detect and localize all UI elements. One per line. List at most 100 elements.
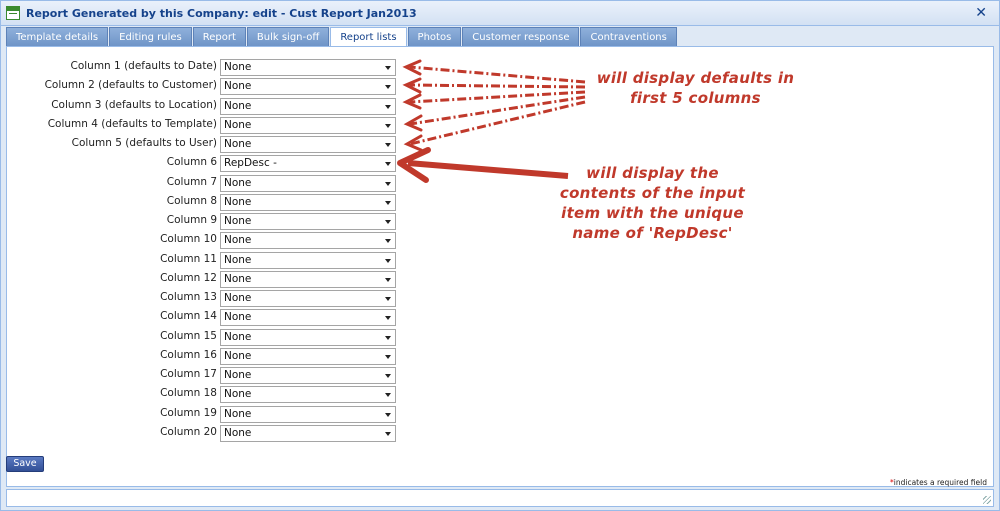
select-value: None <box>224 253 252 266</box>
column-row: Column 4 (defaults to Template) None <box>7 116 407 134</box>
column-label: Column 8 <box>166 194 217 207</box>
select-value: None <box>224 272 252 285</box>
tab-template-details[interactable]: Template details <box>6 27 109 47</box>
column-4-select[interactable]: None <box>220 116 396 134</box>
chevron-down-icon[interactable] <box>385 316 391 321</box>
column-label: Column 12 <box>160 271 217 284</box>
column-label: Column 18 <box>160 387 217 400</box>
close-icon[interactable]: ✕ <box>975 5 987 21</box>
column-row: Column 12 None <box>7 270 407 288</box>
column-row: Column 16 None <box>7 347 407 365</box>
column-label: Column 14 <box>160 310 217 323</box>
column-5-select[interactable]: None <box>220 136 396 153</box>
chevron-down-icon[interactable] <box>385 85 391 90</box>
select-value: None <box>224 388 252 401</box>
column-row: Column 7 None <box>7 174 407 192</box>
column-17-select[interactable]: None <box>220 367 396 384</box>
column-row: Column 19 None <box>7 405 407 423</box>
column-label: Column 3 (defaults to Location) <box>51 98 217 111</box>
chevron-down-icon[interactable] <box>385 200 391 205</box>
column-row: Column 9 None <box>7 213 407 230</box>
select-value: None <box>224 176 252 189</box>
chevron-down-icon[interactable] <box>385 220 391 224</box>
column-row: Column 17 None <box>7 367 407 384</box>
tab-strip: Template details Editing rules Report Bulk … <box>6 27 678 48</box>
window-titlebar[interactable]: Report Generated by this Company: edit -… <box>1 1 999 26</box>
chevron-down-icon[interactable] <box>385 239 391 244</box>
column-7-select[interactable]: None <box>220 174 396 192</box>
tab-bulk-sign-off[interactable]: Bulk sign-off <box>246 27 330 47</box>
resize-grip-icon[interactable] <box>983 496 991 504</box>
column-label: Column 16 <box>160 348 217 361</box>
select-value: None <box>224 118 252 131</box>
column-label: Column 1 (defaults to Date) <box>70 60 218 72</box>
column-15-select[interactable]: None <box>220 328 396 346</box>
column-row: Column 2 (defaults to Customer) None <box>7 78 407 96</box>
column-label: Column 13 <box>160 291 217 303</box>
defaults-note-line-1: will display defaults in <box>596 69 795 87</box>
column-19-select[interactable]: None <box>220 405 396 423</box>
column-label: Column 5 (defaults to User) <box>71 137 217 149</box>
chevron-down-icon[interactable] <box>385 277 391 282</box>
tab-customer-response[interactable]: Customer response <box>462 27 580 47</box>
column-label: Column 9 <box>166 214 217 226</box>
chevron-down-icon[interactable] <box>385 143 391 147</box>
column-label: Column 11 <box>160 252 217 265</box>
chevron-down-icon[interactable] <box>385 374 391 378</box>
column-row: Column 6 RepDesc - <box>7 155 407 173</box>
column-13-select[interactable]: None <box>220 290 396 307</box>
tab-editing-rules[interactable]: Editing rules <box>109 27 192 47</box>
chevron-down-icon[interactable] <box>385 181 391 186</box>
column-row: Column 11 None <box>7 251 407 269</box>
chevron-down-icon[interactable] <box>385 297 391 301</box>
column-label: Column 20 <box>160 425 217 438</box>
tab-report[interactable]: Report <box>192 27 246 47</box>
column-label: Column 6 <box>166 156 217 169</box>
chevron-down-icon[interactable] <box>385 162 391 167</box>
chevron-down-icon[interactable] <box>385 354 391 359</box>
column-1-select[interactable]: None <box>220 59 396 76</box>
chevron-down-icon[interactable] <box>385 258 391 263</box>
select-value: None <box>224 195 252 208</box>
tab-report-lists[interactable]: Report lists <box>330 27 407 48</box>
chevron-down-icon[interactable] <box>385 412 391 417</box>
column-8-select[interactable]: None <box>220 193 396 211</box>
select-value: None <box>224 99 252 112</box>
chevron-down-icon[interactable] <box>385 335 391 340</box>
column-16-select[interactable]: None <box>220 347 396 365</box>
tab-contraventions[interactable]: Contraventions <box>580 27 677 47</box>
tab-photos[interactable]: Photos <box>407 27 462 47</box>
defaults-note-line-2: first 5 columns <box>630 89 761 107</box>
select-value: None <box>224 311 252 324</box>
select-value: None <box>224 61 252 73</box>
column-row: Column 14 None <box>7 309 407 327</box>
chevron-down-icon[interactable] <box>385 393 391 398</box>
chevron-down-icon[interactable] <box>385 104 391 109</box>
repdesc-note-line-1: will display the <box>586 164 719 182</box>
column-label: Column 17 <box>160 368 217 380</box>
select-value: None <box>224 292 252 304</box>
column-9-select[interactable]: None <box>220 213 396 230</box>
column-12-select[interactable]: None <box>220 270 396 288</box>
save-button[interactable]: Save <box>6 456 44 472</box>
column-3-select[interactable]: None <box>220 97 396 115</box>
column-20-select[interactable]: None <box>220 424 396 442</box>
select-value: None <box>224 234 252 247</box>
column-10-select[interactable]: None <box>220 232 396 250</box>
required-note-text: indicates a required field <box>893 478 987 487</box>
column-14-select[interactable]: None <box>220 309 396 327</box>
column-11-select[interactable]: None <box>220 251 396 269</box>
select-value: None <box>224 138 252 150</box>
select-value: None <box>224 215 252 227</box>
column-row: Column 1 (defaults to Date) None <box>7 59 407 76</box>
column-18-select[interactable]: None <box>220 386 396 404</box>
select-value: None <box>224 407 252 420</box>
column-row: Column 3 (defaults to Location) None <box>7 97 407 115</box>
chevron-down-icon[interactable] <box>385 431 391 436</box>
chevron-down-icon[interactable] <box>385 123 391 128</box>
report-edit-window: Report Generated by this Company: edit -… <box>0 0 1000 511</box>
column-6-select[interactable]: RepDesc - <box>220 155 396 173</box>
column-2-select[interactable]: None <box>220 78 396 96</box>
column-row: Column 13 None <box>7 290 407 307</box>
chevron-down-icon[interactable] <box>385 66 391 70</box>
